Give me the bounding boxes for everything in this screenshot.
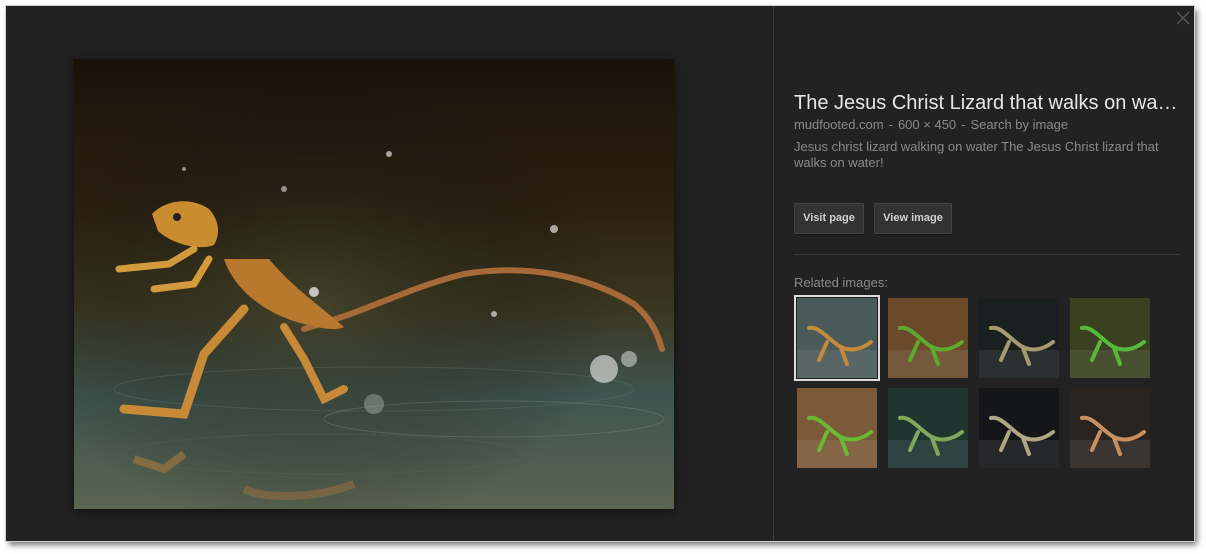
related-thumb-6[interactable] bbox=[888, 388, 968, 468]
source-link[interactable]: mudfooted.com bbox=[794, 117, 884, 132]
pane-divider bbox=[773, 6, 774, 541]
info-pane: The Jesus Christ Lizard that walks on wa… bbox=[794, 6, 1184, 541]
related-thumb-4[interactable] bbox=[1070, 298, 1150, 378]
main-image[interactable] bbox=[74, 59, 674, 509]
image-meta: mudfooted.com -600 × 450- Search by image bbox=[794, 117, 1068, 132]
image-description: Jesus christ lizard walking on water The… bbox=[794, 139, 1159, 170]
related-thumb-1[interactable] bbox=[794, 295, 880, 381]
meta-separator: - bbox=[888, 117, 893, 132]
related-thumb-3[interactable] bbox=[979, 298, 1059, 378]
section-divider bbox=[794, 254, 1180, 255]
visit-page-button[interactable]: Visit page bbox=[794, 203, 864, 234]
image-viewer-panel: The Jesus Christ Lizard that walks on wa… bbox=[6, 6, 1194, 541]
related-images-label: Related images: bbox=[794, 275, 888, 290]
related-thumb-8[interactable] bbox=[1070, 388, 1150, 468]
view-image-button[interactable]: View image bbox=[874, 203, 952, 234]
related-thumb-5[interactable] bbox=[797, 388, 877, 468]
search-by-image-link[interactable]: Search by image bbox=[971, 117, 1069, 132]
related-thumb-2[interactable] bbox=[888, 298, 968, 378]
related-thumb-7[interactable] bbox=[979, 388, 1059, 468]
image-dimensions: 600 × 450 bbox=[897, 117, 957, 132]
meta-separator: - bbox=[961, 117, 966, 132]
image-title[interactable]: The Jesus Christ Lizard that walks on wa… bbox=[794, 92, 1180, 115]
image-pane bbox=[6, 6, 772, 541]
